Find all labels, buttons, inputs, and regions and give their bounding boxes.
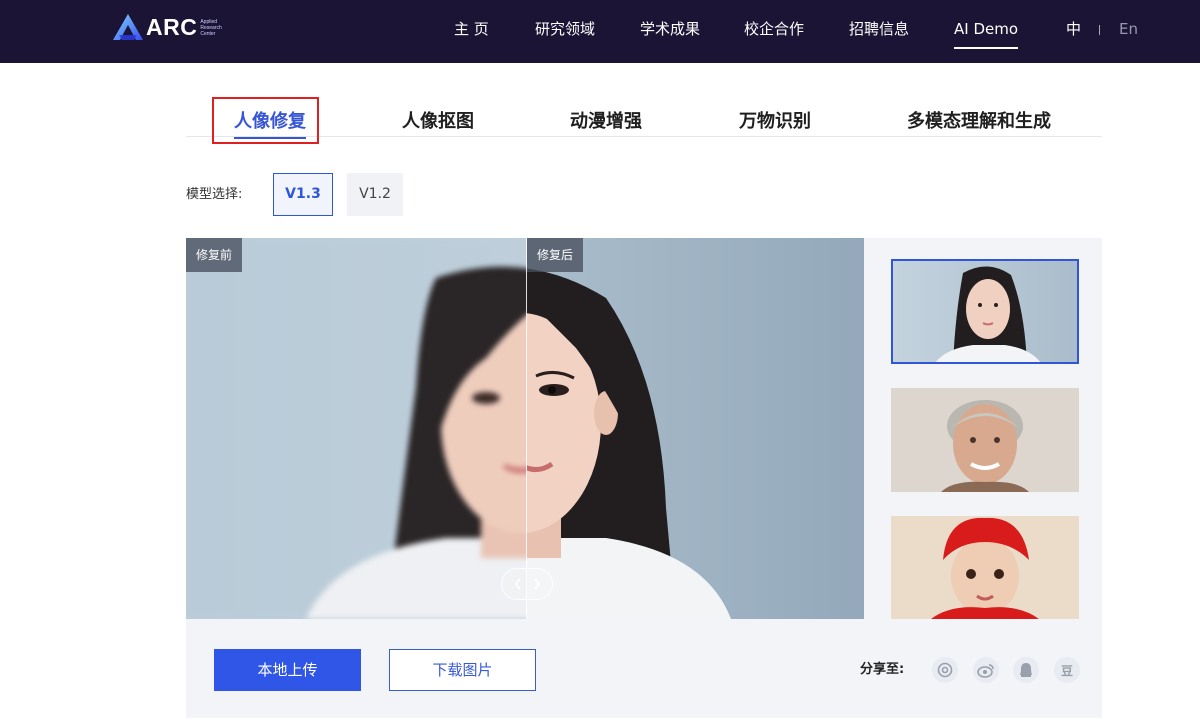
model-version-v13-button[interactable]: V1.3 (273, 173, 333, 216)
after-image: 修复后 (527, 238, 864, 619)
douban-icon[interactable]: 豆 (1054, 657, 1080, 683)
chevron-left-icon (514, 578, 521, 590)
compare-divider-line (526, 238, 527, 619)
lang-divider (1099, 25, 1100, 35)
nav-cooperation[interactable]: 校企合作 (744, 19, 804, 41)
arc-logo[interactable]: ARC Applied Research Center (112, 12, 230, 42)
download-image-button[interactable]: 下载图片 (389, 649, 536, 691)
tab-anime-enhance[interactable]: 动漫增强 (570, 110, 642, 134)
local-upload-button[interactable]: 本地上传 (214, 649, 361, 691)
tab-object-recognition[interactable]: 万物识别 (739, 110, 811, 134)
nav-ai-demo[interactable]: AI Demo (954, 19, 1019, 49)
before-after-viewer[interactable]: 修复前 修复后 (186, 238, 864, 619)
compare-slider-handle[interactable] (501, 568, 553, 600)
nav-careers[interactable]: 招聘信息 (849, 19, 909, 41)
douban-glyph: 豆 (1060, 663, 1073, 678)
tab-multimodal[interactable]: 多模态理解和生成 (907, 110, 1051, 134)
model-version-v12-button[interactable]: V1.2 (347, 173, 403, 216)
arc-logo-icon (113, 14, 143, 40)
nav-publications[interactable]: 学术成果 (640, 19, 700, 41)
sample-thumbnail-elderly-man[interactable] (891, 388, 1079, 492)
logo-text: ARC (146, 13, 198, 40)
chevron-right-icon (533, 578, 540, 590)
sample-thumbnail-child[interactable] (891, 516, 1079, 619)
before-label: 修复前 (186, 238, 243, 272)
model-select-label: 模型选择: (186, 187, 243, 202)
lang-english[interactable]: En (1119, 19, 1138, 39)
top-navigation-bar: ARC Applied Research Center 主 页 研究领域 学术成… (0, 0, 1200, 63)
share-label: 分享至: (860, 662, 905, 677)
nav-research-areas[interactable]: 研究领域 (535, 19, 595, 41)
sample-thumbnail-woman[interactable] (891, 259, 1079, 364)
active-tab-highlight-box (212, 97, 319, 144)
lang-chinese[interactable]: 中 (1066, 19, 1081, 39)
qq-icon[interactable] (1013, 657, 1039, 683)
after-label: 修复后 (527, 238, 584, 272)
logo-subtitle: Applied Research Center (200, 19, 222, 37)
nav-home[interactable]: 主 页 (454, 19, 489, 41)
wechat-moments-icon[interactable] (932, 657, 958, 683)
before-image: 修复前 (186, 238, 527, 619)
weibo-icon[interactable] (973, 657, 999, 683)
tab-portrait-matting[interactable]: 人像抠图 (402, 110, 474, 134)
tabs-underline (186, 136, 1102, 137)
